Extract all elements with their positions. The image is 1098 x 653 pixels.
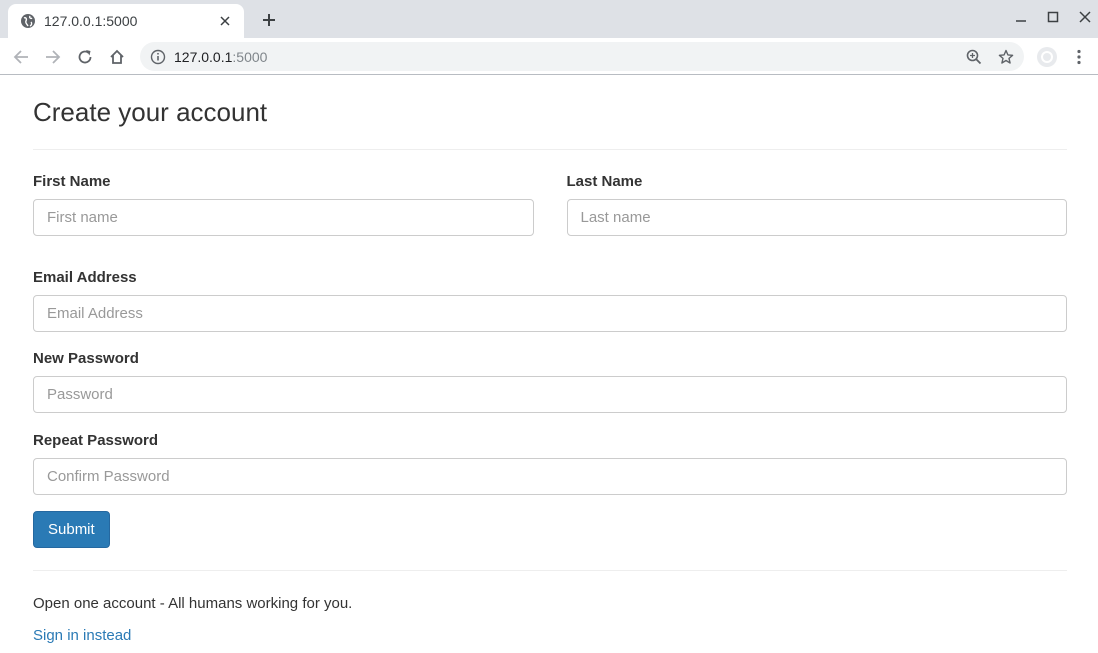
divider xyxy=(33,149,1067,150)
email-group: Email Address xyxy=(33,269,1067,332)
email-input[interactable] xyxy=(33,295,1067,332)
forward-button[interactable] xyxy=(41,45,65,69)
globe-icon xyxy=(21,14,35,28)
first-name-group: First Name xyxy=(33,173,534,236)
maximize-button[interactable] xyxy=(1040,6,1066,28)
minimize-button[interactable] xyxy=(1008,6,1034,28)
minimize-icon xyxy=(1016,20,1026,22)
avatar-icon xyxy=(1037,47,1057,67)
password-label: New Password xyxy=(33,350,139,367)
window-close-button[interactable] xyxy=(1072,6,1098,28)
browser-tab-strip: 127.0.0.1:5000 xyxy=(0,0,1098,38)
last-name-group: Last Name xyxy=(566,173,1067,236)
profile-button[interactable] xyxy=(1035,45,1059,69)
browser-menu-button[interactable] xyxy=(1067,45,1091,69)
home-icon xyxy=(110,49,124,64)
zoom-icon xyxy=(966,49,982,65)
star-icon xyxy=(998,49,1014,64)
kebab-menu-icon xyxy=(1077,49,1081,65)
bookmark-button[interactable] xyxy=(994,45,1018,69)
browser-tab[interactable]: 127.0.0.1:5000 xyxy=(8,4,244,38)
confirm-password-label: Repeat Password xyxy=(33,432,159,449)
tab-title: 127.0.0.1:5000 xyxy=(44,13,138,29)
divider xyxy=(33,570,1067,571)
email-label: Email Address xyxy=(33,269,137,286)
url-text: 127.0.0.1:5000 xyxy=(174,48,268,65)
browser-toolbar: 127.0.0.1:5000 xyxy=(0,38,1098,75)
page-title: Create your account xyxy=(33,97,268,127)
first-name-input[interactable] xyxy=(33,199,534,236)
maximize-icon xyxy=(1047,11,1059,23)
reload-button[interactable] xyxy=(73,45,97,69)
back-button[interactable] xyxy=(9,45,33,69)
close-icon[interactable] xyxy=(216,12,234,30)
info-icon[interactable] xyxy=(150,49,166,65)
name-row: First Name Last Name xyxy=(33,173,1067,236)
address-bar[interactable]: 127.0.0.1:5000 xyxy=(140,42,1024,71)
close-icon xyxy=(1079,11,1091,23)
signup-page: Create your account First Name Last Name… xyxy=(33,76,1067,645)
password-input[interactable] xyxy=(33,376,1067,413)
first-name-label: First Name xyxy=(33,173,111,190)
sign-in-link[interactable]: Sign in instead xyxy=(33,627,131,644)
new-tab-button[interactable] xyxy=(258,9,280,31)
confirm-password-group: Repeat Password xyxy=(33,432,1067,495)
arrow-right-icon xyxy=(46,50,61,64)
home-button[interactable] xyxy=(105,45,129,69)
arrow-left-icon xyxy=(13,50,28,64)
zoom-button[interactable] xyxy=(962,45,986,69)
confirm-password-input[interactable] xyxy=(33,458,1067,495)
plus-icon xyxy=(263,14,275,26)
reload-icon xyxy=(78,50,92,64)
last-name-label: Last Name xyxy=(566,173,643,190)
password-group: New Password xyxy=(33,350,1067,413)
submit-button[interactable]: Submit xyxy=(33,511,110,548)
tagline: Open one account - All humans working fo… xyxy=(33,595,353,612)
last-name-input[interactable] xyxy=(566,199,1067,236)
